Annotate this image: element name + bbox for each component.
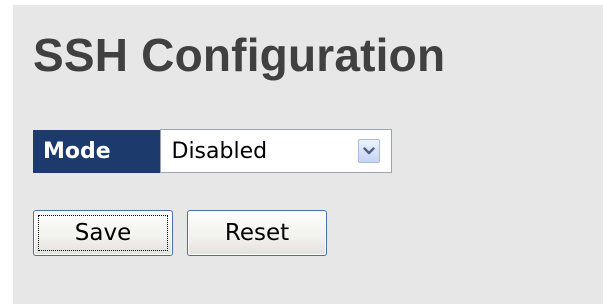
reset-button[interactable]: Reset [187,210,327,256]
mode-row: Mode Disabled [33,129,392,173]
mode-label: Mode [33,129,160,173]
mode-select[interactable]: Disabled [170,134,380,168]
ssh-config-table: Mode Disabled [33,129,392,173]
content-panel: SSH Configuration Mode Disabled Save Res… [13,5,603,304]
page-title: SSH Configuration [33,29,446,81]
save-button[interactable]: Save [33,210,173,256]
mode-select-value[interactable]: Disabled [170,139,268,164]
chevron-down-icon[interactable] [357,139,380,163]
mode-cell: Disabled [159,129,392,173]
